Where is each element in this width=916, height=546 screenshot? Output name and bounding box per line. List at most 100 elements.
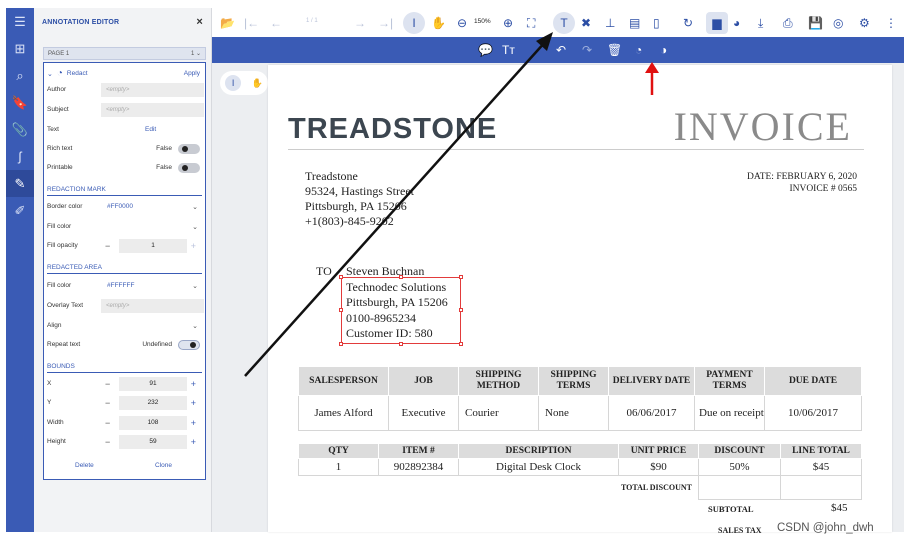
next-page-icon[interactable]: → (354, 13, 366, 33)
previous-page-icon[interactable]: ← (270, 13, 282, 33)
resize-handle[interactable] (399, 342, 403, 346)
page-info[interactable]: 1 / 1 (306, 18, 318, 24)
close-icon[interactable]: × (196, 16, 203, 28)
author-input[interactable]: <empty> (101, 82, 204, 97)
attachment-icon[interactable]: 📎 (6, 116, 34, 143)
height-input[interactable]: 59 (119, 434, 187, 449)
increment-button[interactable]: + (191, 437, 196, 447)
search-icon[interactable]: ⌕ (6, 62, 34, 89)
collapse-icon[interactable]: ⌄ (47, 70, 53, 78)
redaction-annotation[interactable] (339, 275, 463, 346)
printable-toggle[interactable] (178, 162, 200, 173)
table-header: LINE TOTAL (780, 443, 862, 459)
signature-icon[interactable]: ʃ (6, 143, 34, 170)
zoom-level[interactable]: 150% (474, 18, 491, 25)
delete-button[interactable]: Delete (75, 462, 94, 469)
overlay-text-input[interactable]: <empty> (101, 298, 204, 313)
resize-handle[interactable] (339, 342, 343, 346)
document-viewer[interactable]: I ✋ TREADSTONE INVOICE Treadstone 95324,… (212, 63, 904, 535)
sales-tax-label: SALES TAX (718, 526, 762, 535)
resize-handle[interactable] (339, 275, 343, 279)
page-select-label: PAGE 1 (48, 50, 70, 57)
decrement-button[interactable]: − (105, 437, 110, 447)
redact-area-icon[interactable]: ◔ (635, 41, 642, 59)
page-select[interactable]: PAGE 1 1 ⌄ (43, 47, 206, 60)
apply-button[interactable]: Apply (184, 70, 200, 77)
thumbnails-icon[interactable]: ⊞ (6, 35, 34, 62)
chevron-down-icon[interactable]: ⌄ (192, 282, 198, 290)
pan-hand-icon[interactable]: ✋ (431, 13, 446, 33)
align-row: Align ⌄ (47, 318, 202, 333)
annotation-editor-icon[interactable]: ✎ (6, 170, 34, 197)
last-page-icon[interactable]: →| (378, 13, 393, 33)
subject-input[interactable]: <empty> (101, 102, 204, 117)
text-selection-icon[interactable]: I (403, 12, 425, 34)
x-input[interactable]: 91 (119, 376, 187, 391)
page-select-number: 1 (190, 51, 195, 57)
text-edit-button[interactable]: Edit (145, 126, 156, 133)
sender-line: +1(803)-845-9202 (305, 214, 394, 228)
resize-handle[interactable] (399, 275, 403, 279)
subtotal-value: $45 (831, 502, 848, 514)
form-field-icon[interactable]: ▤ (629, 13, 640, 33)
increment-button[interactable]: + (191, 418, 196, 428)
rotate-icon[interactable]: ↻ (683, 13, 693, 33)
fit-page-icon[interactable]: ⛶ (527, 13, 535, 33)
rich-text-toggle[interactable] (178, 143, 200, 154)
undo-icon[interactable]: ↶ (556, 41, 566, 59)
text-label: Text (47, 126, 59, 133)
more-menu-icon[interactable]: ⋮ (885, 13, 897, 33)
fill-opacity-input[interactable]: 1 (119, 238, 187, 253)
text-annotation-icon[interactable]: T (553, 12, 575, 34)
annotation-mode-icon[interactable]: ▆ (706, 12, 728, 34)
stamp-icon[interactable]: ⊥ (605, 13, 615, 33)
items-table: QTY ITEM # DESCRIPTION UNIT PRICE DISCOU… (298, 443, 862, 500)
hand-icon[interactable]: ✋ (252, 78, 263, 89)
clone-button[interactable]: Clone (155, 462, 172, 469)
shapes-icon[interactable]: ✖ (581, 13, 591, 33)
text-cursor-icon[interactable]: I (225, 75, 242, 91)
open-file-icon[interactable]: 📂 (220, 13, 235, 33)
decrement-button[interactable]: − (105, 241, 110, 251)
increment-button[interactable]: + (191, 241, 196, 251)
rich-text-value: False (156, 145, 172, 152)
settings-icon[interactable]: ⚙ (859, 13, 870, 33)
chevron-down-icon[interactable]: ⌄ (192, 203, 198, 211)
palette-icon[interactable]: ◕ (733, 13, 740, 33)
y-input[interactable]: 232 (119, 395, 187, 410)
comment-icon[interactable]: 💬 (478, 41, 493, 59)
text-format-icon[interactable]: Tт (502, 41, 515, 59)
resize-handle[interactable] (459, 308, 463, 312)
repeat-text-toggle[interactable] (178, 339, 200, 350)
bookmark-icon[interactable]: 🔖 (6, 89, 34, 116)
resize-handle[interactable] (459, 342, 463, 346)
decrement-button[interactable]: − (105, 398, 110, 408)
print-icon[interactable]: ⎙ (783, 13, 793, 33)
save-icon[interactable]: 💾 (808, 13, 823, 33)
chevron-down-icon[interactable]: ⌄ (192, 322, 198, 330)
width-input[interactable]: 108 (119, 415, 187, 430)
menu-icon[interactable]: ☰ (6, 8, 34, 35)
form-editor-icon[interactable]: ✐ (6, 197, 34, 224)
area-fill-color-value[interactable]: #FFFFFF (107, 282, 134, 289)
table-cell: Digital Desk Clock (458, 458, 619, 476)
border-color-value[interactable]: #FF0000 (107, 203, 133, 210)
resize-handle[interactable] (339, 308, 343, 312)
zoom-in-icon[interactable]: ⊕ (503, 13, 513, 33)
decrement-button[interactable]: − (105, 379, 110, 389)
annotation-editor-panel: ANNOTATION EDITOR × PAGE 1 1 ⌄ ⌄ ◔ Redac… (34, 8, 212, 532)
table-cell (780, 475, 862, 500)
resize-handle[interactable] (459, 275, 463, 279)
new-document-icon[interactable]: ▯ (653, 13, 660, 33)
download-icon[interactable]: ⤓ (758, 13, 763, 33)
increment-button[interactable]: + (191, 379, 196, 389)
apply-redactions-icon[interactable]: ◑ (660, 41, 667, 59)
decrement-button[interactable]: − (105, 418, 110, 428)
zoom-out-icon[interactable]: ⊖ (457, 13, 467, 33)
chevron-down-icon[interactable]: ⌄ (192, 223, 198, 231)
redo-icon[interactable]: ↷ (582, 41, 592, 59)
hide-annotations-icon[interactable]: ◎ (833, 13, 843, 33)
first-page-icon[interactable]: |← (244, 13, 259, 33)
delete-icon[interactable]: 🗑 (607, 41, 622, 59)
increment-button[interactable]: + (191, 398, 196, 408)
